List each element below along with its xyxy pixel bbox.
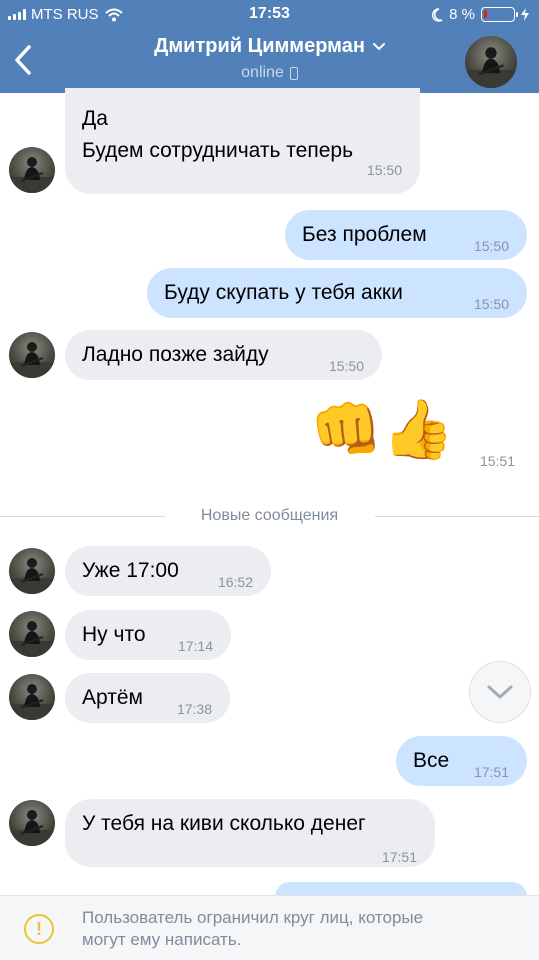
message-bubble[interactable]: Артём 17:38 bbox=[65, 673, 230, 723]
charging-icon bbox=[521, 8, 529, 21]
sender-avatar[interactable] bbox=[9, 147, 55, 193]
chat-header: MTS RUS 17:53 8 % Дмитрий Циммерман onli… bbox=[0, 0, 539, 93]
message-text: У тебя на киви сколько денег bbox=[82, 812, 366, 835]
online-status: online bbox=[241, 64, 284, 81]
message-time: 15:50 bbox=[328, 358, 364, 374]
restriction-notice: ! Пользователь ограничил круг лиц, котор… bbox=[0, 895, 539, 960]
sender-avatar[interactable] bbox=[9, 332, 55, 378]
message-time: 17:38 bbox=[176, 701, 212, 717]
contact-avatar[interactable] bbox=[465, 36, 517, 88]
battery-group: 8 % bbox=[431, 6, 529, 23]
message-time: 15:50 bbox=[473, 238, 509, 254]
message-text: Будем сотрудничать теперь bbox=[82, 139, 354, 162]
message-bubble[interactable]: Все 17:51 bbox=[396, 736, 527, 786]
message-bubble[interactable]: Без проблем 15:50 bbox=[285, 210, 527, 260]
message-text: Все bbox=[413, 749, 450, 772]
contact-name: Дмитрий Циммерман bbox=[154, 35, 365, 57]
message-time: 16:52 bbox=[217, 574, 253, 590]
message-time: 15:51 bbox=[479, 453, 515, 469]
message-bubble[interactable]: Ну что 17:14 bbox=[65, 610, 231, 660]
message-text: Буду скупать у тебя акки bbox=[164, 281, 403, 304]
message-bubble[interactable]: У тебя на киви сколько денег 17:51 bbox=[65, 799, 435, 867]
new-messages-divider: Новые сообщения bbox=[0, 505, 539, 527]
message-text: Ладно позже зайду bbox=[82, 343, 269, 366]
warning-icon: ! bbox=[24, 914, 54, 944]
notice-text: могут ему написать. bbox=[82, 930, 242, 949]
moon-icon bbox=[432, 7, 443, 22]
message-time: 17:51 bbox=[473, 764, 509, 780]
sender-avatar[interactable] bbox=[9, 611, 55, 657]
phone-icon bbox=[289, 66, 298, 80]
notice-text: Пользователь ограничил круг лиц, которые bbox=[82, 908, 424, 927]
message-text: Уже 17:00 bbox=[82, 559, 179, 582]
sender-avatar[interactable] bbox=[9, 548, 55, 594]
sender-avatar[interactable] bbox=[9, 800, 55, 846]
chevron-down-icon bbox=[372, 42, 385, 50]
chevron-left-icon bbox=[15, 45, 31, 75]
message-time: 15:50 bbox=[473, 296, 509, 312]
chat-title[interactable]: Дмитрий Циммерман online bbox=[90, 35, 449, 82]
chevron-down-icon bbox=[487, 685, 513, 699]
message-bubble[interactable]: Уже 17:00 16:52 bbox=[65, 546, 271, 596]
battery-icon bbox=[481, 7, 518, 22]
message-text: Без проблем bbox=[302, 223, 427, 246]
message-text: Артём bbox=[82, 686, 143, 709]
message-text: Да bbox=[82, 107, 108, 130]
sender-avatar[interactable] bbox=[9, 674, 55, 720]
message-bubble[interactable]: Ладно позже зайду 15:50 bbox=[65, 330, 382, 380]
message-time: 17:14 bbox=[177, 638, 213, 654]
emoji-text: 👊👍 bbox=[310, 397, 455, 462]
message-time: 15:50 bbox=[366, 162, 402, 178]
emoji-message[interactable]: 👊👍 15:51 bbox=[300, 395, 527, 475]
back-button[interactable] bbox=[8, 42, 38, 78]
status-bar: MTS RUS 17:53 8 % bbox=[0, 0, 539, 30]
message-bubble[interactable]: Буду скупать у тебя акки 15:50 bbox=[147, 268, 527, 318]
message-text: Ну что bbox=[82, 623, 146, 646]
message-bubble[interactable]: Да Будем сотрудничать теперь 15:50 bbox=[65, 88, 420, 194]
message-time: 17:51 bbox=[381, 849, 417, 865]
scroll-down-button[interactable] bbox=[469, 661, 531, 723]
battery-percent: 8 % bbox=[449, 6, 475, 23]
